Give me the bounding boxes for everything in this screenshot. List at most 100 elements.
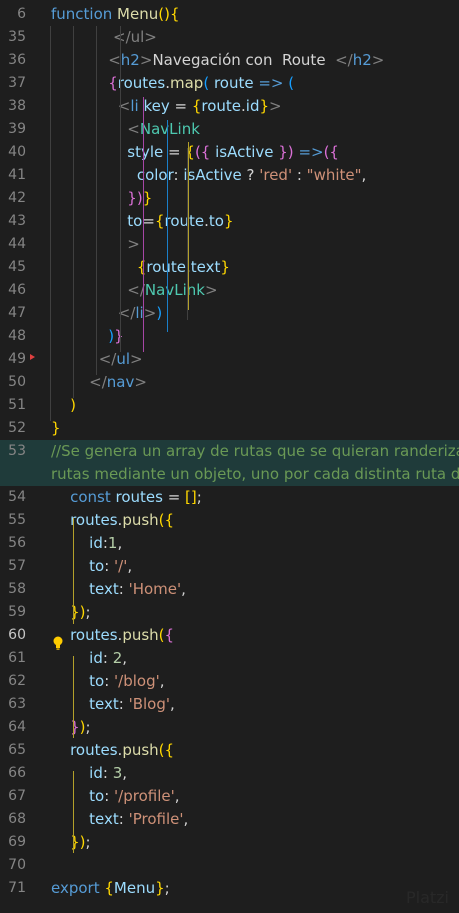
code-token: map bbox=[170, 74, 204, 92]
code-token: isActive bbox=[183, 166, 242, 184]
code-token: , bbox=[170, 695, 175, 713]
code-line[interactable]: 63 text: 'Blog', bbox=[0, 693, 459, 716]
code-line[interactable]: 59 }); bbox=[0, 601, 459, 624]
code-token: 'red' bbox=[259, 166, 293, 184]
code-line[interactable]: rutas mediante un objeto, uno por cada d… bbox=[0, 463, 459, 486]
code-token: { bbox=[108, 74, 118, 92]
code-token: ( bbox=[288, 74, 295, 92]
code-line[interactable]: 53 //Se genera un array de rutas que se q… bbox=[0, 440, 459, 463]
code-line[interactable]: 37 {routes.map( route => ( bbox=[0, 72, 459, 95]
code-token: text bbox=[190, 258, 221, 276]
code-line[interactable]: 40 style = {({ isActive }) =>({ bbox=[0, 141, 459, 164]
code-token: > bbox=[371, 51, 385, 69]
code-line[interactable]: 51 ) bbox=[0, 394, 459, 417]
code-line[interactable]: 44 > bbox=[0, 233, 459, 256]
indent-guide bbox=[73, 518, 74, 624]
code-token: Navegación con Route bbox=[152, 51, 336, 69]
code-token: "white" bbox=[306, 166, 362, 184]
code-line[interactable]: 65 routes.push({ bbox=[0, 739, 459, 762]
code-line[interactable]: 43 to={route.to} bbox=[0, 210, 459, 233]
code-token: ({ bbox=[323, 143, 339, 161]
code-token: = bbox=[162, 488, 186, 506]
code-token: text bbox=[89, 810, 119, 828]
code-line[interactable]: 64 }); bbox=[0, 716, 459, 739]
code-line[interactable]: 47 </li>) bbox=[0, 302, 459, 325]
line-number: 35 bbox=[8, 29, 26, 45]
code-token: } bbox=[223, 212, 234, 230]
code-token: , bbox=[181, 580, 186, 598]
code-token: ({ bbox=[194, 143, 216, 161]
code-line[interactable]: 52} bbox=[0, 417, 459, 440]
code-line[interactable]: 6 function Menu(){ bbox=[0, 3, 459, 26]
code-token: //Se genera un array de rutas que se qui… bbox=[51, 442, 459, 460]
code-line[interactable]: 42 })} bbox=[0, 187, 459, 210]
code-token: function bbox=[51, 5, 118, 23]
code-line[interactable]: 66 id: 3, bbox=[0, 762, 459, 785]
code-line[interactable]: 45 {route.text} bbox=[0, 256, 459, 279]
code-line[interactable]: 38 <li key = {route.id}> bbox=[0, 95, 459, 118]
code-token: to bbox=[89, 672, 105, 690]
code-line[interactable]: 71 export {Menu}; bbox=[0, 877, 459, 900]
line-number: 54 bbox=[8, 489, 26, 505]
code-token: : bbox=[104, 557, 115, 575]
code-text: } bbox=[51, 417, 61, 440]
code-line[interactable]: 35 </ul> bbox=[0, 26, 459, 49]
code-line[interactable]: 55 routes.push({ bbox=[0, 509, 459, 532]
code-token: push bbox=[122, 511, 159, 529]
indent-guide bbox=[187, 148, 188, 320]
code-line[interactable]: 56 id:1, bbox=[0, 532, 459, 555]
line-number: 52 bbox=[8, 420, 26, 436]
code-line[interactable]: 68 text: 'Profile', bbox=[0, 808, 459, 831]
code-token: text bbox=[89, 695, 119, 713]
code-line[interactable]: 54 const routes = []; bbox=[0, 486, 459, 509]
code-text: </NavLink> bbox=[51, 279, 217, 302]
line-number: 59 bbox=[8, 604, 26, 620]
code-line[interactable]: 67 to: '/profile', bbox=[0, 785, 459, 808]
code-line[interactable]: 70 bbox=[0, 854, 459, 877]
code-token: nav bbox=[106, 373, 135, 391]
code-token: route bbox=[201, 97, 242, 115]
code-token: style bbox=[127, 143, 164, 161]
code-line[interactable]: 50 </nav> bbox=[0, 371, 459, 394]
lightbulb-icon[interactable] bbox=[52, 636, 64, 650]
code-line[interactable]: 60 routes.push({ bbox=[0, 624, 459, 647]
code-token: h2 bbox=[352, 51, 372, 69]
code-token: , bbox=[183, 810, 189, 828]
code-line[interactable]: 39 <NavLink bbox=[0, 118, 459, 141]
code-editor[interactable]: 6 function Menu(){35 </ul> 36 <h2>Navegaci… bbox=[0, 0, 459, 913]
code-line[interactable]: 58 text: 'Home', bbox=[0, 578, 459, 601]
code-token: h2 bbox=[120, 51, 140, 69]
code-line[interactable]: 41 color: isActive ? 'red' : "white", bbox=[0, 164, 459, 187]
code-line[interactable]: 57 to: '/', bbox=[0, 555, 459, 578]
code-token: ({ bbox=[158, 741, 175, 759]
line-number: 57 bbox=[8, 558, 26, 574]
code-token: 3 bbox=[112, 764, 123, 782]
code-text: }); bbox=[51, 831, 90, 854]
code-token: </ bbox=[89, 373, 107, 391]
code-token: : bbox=[292, 166, 307, 184]
code-line[interactable]: 62 to: '/blog', bbox=[0, 670, 459, 693]
line-number: 70 bbox=[8, 857, 26, 873]
code-line[interactable]: 48 )} bbox=[0, 325, 459, 348]
line-number: 42 bbox=[8, 190, 26, 206]
code-line[interactable]: 46 </NavLink> bbox=[0, 279, 459, 302]
code-text: text: 'Profile', bbox=[51, 808, 188, 831]
code-line[interactable]: 36 <h2>Navegación con Route </h2> bbox=[0, 49, 459, 72]
code-token: ? bbox=[241, 166, 260, 184]
code-text: id: 2, bbox=[51, 647, 127, 670]
code-text: color: isActive ? 'red' : "white", bbox=[51, 164, 366, 187]
indent-guide bbox=[73, 656, 74, 738]
code-text: })} bbox=[51, 187, 152, 210]
code-text: to: '/profile', bbox=[51, 785, 179, 808]
code-line[interactable]: 69 }); bbox=[0, 831, 459, 854]
code-line[interactable]: 49 </ul> bbox=[0, 348, 459, 371]
code-text: to: '/blog', bbox=[51, 670, 164, 693]
code-line[interactable]: 61 id: 2, bbox=[0, 647, 459, 670]
